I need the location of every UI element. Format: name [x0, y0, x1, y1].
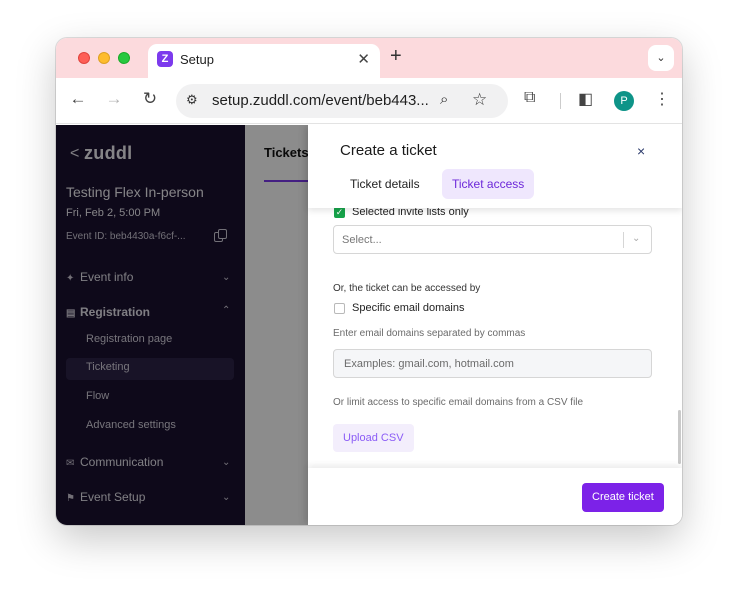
email-domains-label: Specific email domains	[352, 302, 465, 314]
domains-hint: Enter email domains separated by commas	[333, 328, 526, 339]
tab-ticket-details[interactable]: Ticket details	[340, 169, 430, 199]
reload-icon[interactable]: ↻	[138, 89, 162, 109]
tab-title: Setup	[180, 52, 214, 67]
email-domains-checkbox[interactable]	[334, 303, 345, 314]
browser-tab-setup[interactable]: Z Setup ✕	[148, 44, 380, 78]
site-settings-icon[interactable]: ⚙	[186, 92, 198, 108]
drawer-body: ✓ Selected invite lists only Select... ⌄…	[308, 208, 682, 468]
create-ticket-drawer: Create a ticket × Ticket details Ticket …	[308, 125, 682, 525]
create-ticket-button[interactable]: Create ticket	[582, 483, 664, 512]
csv-hint: Or limit access to specific email domain…	[333, 397, 584, 408]
forward-arrow-icon[interactable]: →	[102, 89, 126, 109]
back-arrow-icon[interactable]: ←	[66, 89, 90, 109]
invite-lists-label: Selected invite lists only	[352, 208, 469, 218]
tab-search-chevron-icon[interactable]: ⌄	[648, 45, 674, 71]
tab-close-icon[interactable]: ✕	[357, 50, 370, 68]
new-tab-button[interactable]: +	[390, 45, 402, 68]
drawer-scrollbar[interactable]	[678, 410, 681, 464]
address-bar[interactable]: ⚙ setup.zuddl.com/event/beb443... ⌕ ☆	[176, 84, 508, 118]
upload-csv-button[interactable]: Upload CSV	[333, 424, 414, 452]
tab-strip: Z Setup ✕ + ⌄	[56, 38, 682, 78]
browser-toolbar: ← → ↻ ⚙ setup.zuddl.com/event/beb443... …	[56, 78, 682, 124]
drawer-footer: Create ticket	[308, 468, 682, 525]
profile-avatar[interactable]: P	[614, 91, 634, 111]
bookmark-star-icon[interactable]: ☆	[472, 90, 487, 110]
browser-window: Z Setup ✕ + ⌄ ← → ↻ ⚙ setup.zuddl.com/ev…	[56, 38, 682, 525]
web-page: < zuddl Testing Flex In-person Fri, Feb …	[56, 125, 682, 525]
invite-list-select[interactable]: Select... ⌄	[333, 225, 652, 254]
invite-lists-checkbox[interactable]: ✓	[334, 208, 345, 218]
toolbar-divider	[560, 93, 561, 109]
zoom-magnifier-icon[interactable]: ⌕	[440, 91, 448, 108]
url-text[interactable]: setup.zuddl.com/event/beb443...	[212, 92, 429, 109]
tab-ticket-access[interactable]: Ticket access	[442, 169, 535, 199]
or-access-label: Or, the ticket can be accessed by	[333, 283, 481, 294]
select-placeholder: Select...	[342, 234, 382, 246]
select-separator	[623, 232, 624, 248]
kebab-menu-icon[interactable]: ⋮	[654, 89, 670, 109]
drawer-title: Create a ticket	[340, 142, 437, 159]
email-domains-input[interactable]: Examples: gmail.com, hotmail.com	[333, 349, 652, 378]
chevron-down-icon[interactable]: ⌄	[632, 233, 640, 244]
zuddl-favicon-icon: Z	[157, 51, 173, 67]
input-placeholder: Examples: gmail.com, hotmail.com	[344, 358, 514, 370]
close-window-button[interactable]	[78, 52, 90, 64]
drawer-header: Create a ticket × Ticket details Ticket …	[308, 125, 682, 208]
minimize-window-button[interactable]	[98, 52, 110, 64]
modal-overlay[interactable]	[56, 125, 308, 525]
close-icon[interactable]: ×	[637, 143, 645, 159]
extensions-puzzle-icon[interactable]: ⧉	[524, 89, 535, 107]
side-panel-icon[interactable]: ◧	[578, 89, 593, 109]
maximize-window-button[interactable]	[118, 52, 130, 64]
